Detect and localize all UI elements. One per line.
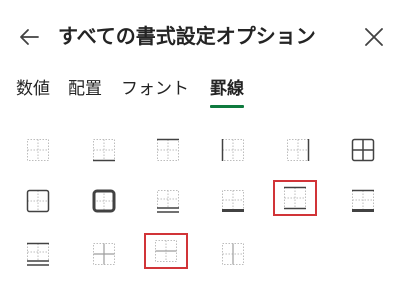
top-border-button[interactable] xyxy=(146,132,190,168)
top-and-thick-bottom-border-icon xyxy=(352,189,374,212)
top-and-double-bottom-border-icon xyxy=(27,242,49,266)
thick-bottom-border-icon xyxy=(222,190,244,212)
right-border-button[interactable] xyxy=(276,132,320,168)
inside-borders-button[interactable] xyxy=(82,236,126,272)
all-borders-icon xyxy=(351,138,375,162)
left-border-icon xyxy=(221,139,244,161)
arrow-left-icon[interactable] xyxy=(16,24,44,50)
top-and-bottom-border-button[interactable] xyxy=(273,180,317,216)
top-border-icon xyxy=(157,138,179,161)
outside-borders-button[interactable] xyxy=(16,183,60,219)
tab-number[interactable]: 数値 xyxy=(16,77,50,101)
bottom-border-icon xyxy=(93,139,115,162)
left-border-button[interactable] xyxy=(211,132,255,168)
bottom-double-border-button[interactable] xyxy=(146,183,190,219)
inside-horizontal-border-icon xyxy=(155,240,177,262)
top-and-double-bottom-border-button[interactable] xyxy=(16,236,60,272)
inside-horizontal-border-button[interactable] xyxy=(144,233,188,269)
no-border-icon xyxy=(27,139,49,161)
bottom-border-button[interactable] xyxy=(82,132,126,168)
close-icon[interactable] xyxy=(360,24,388,50)
right-border-icon xyxy=(287,139,310,161)
bottom-double-border-icon xyxy=(157,190,179,213)
top-and-thick-bottom-border-button[interactable] xyxy=(341,183,385,219)
tab-borders[interactable]: 罫線 xyxy=(210,77,244,108)
tab-bar: 数値 配置 フォント 罫線 xyxy=(0,74,399,108)
thick-bottom-border-button[interactable] xyxy=(211,183,255,219)
tab-font[interactable]: フォント xyxy=(121,77,189,101)
header: すべての書式設定オプション xyxy=(0,0,399,74)
thick-box-border-button[interactable] xyxy=(82,183,126,219)
outside-borders-icon xyxy=(26,189,50,213)
inside-vertical-border-button[interactable] xyxy=(211,236,255,272)
tab-alignment[interactable]: 配置 xyxy=(68,77,102,101)
no-border-button[interactable] xyxy=(16,132,60,168)
page-title: すべての書式設定オプション xyxy=(58,24,316,48)
top-and-bottom-border-icon xyxy=(284,186,306,210)
inside-vertical-border-icon xyxy=(222,243,244,265)
inside-borders-icon xyxy=(93,243,115,265)
all-borders-button[interactable] xyxy=(341,132,385,168)
thick-box-border-icon xyxy=(92,189,116,213)
